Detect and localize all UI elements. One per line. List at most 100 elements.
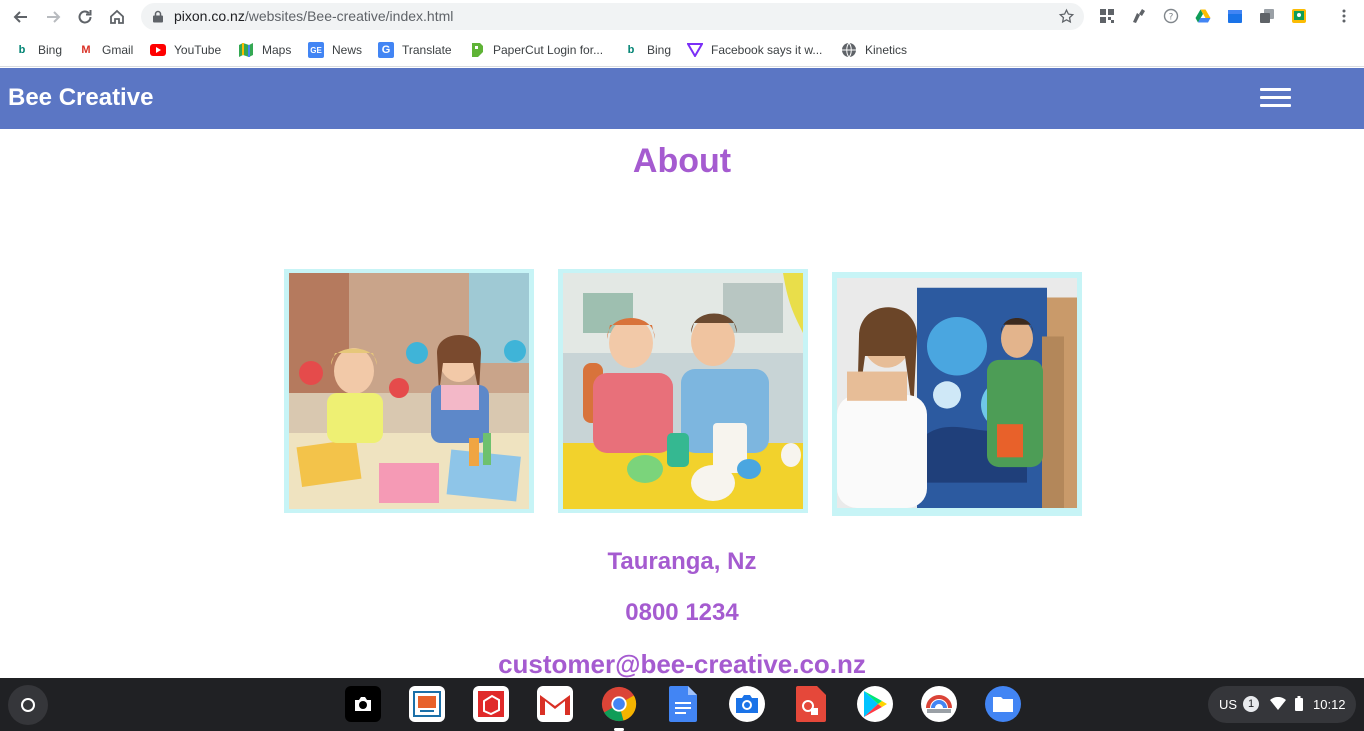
app-camera[interactable] [729,686,765,722]
wifi-icon [1270,697,1286,710]
bookmark-label: PaperCut Login for... [493,43,604,57]
menu-button[interactable] [1259,86,1293,110]
phone-text[interactable]: 0800 1234 [0,599,1364,627]
hamburger-line [1260,96,1291,99]
forward-button[interactable] [40,4,66,30]
forward-arrow-icon [47,11,61,23]
lock-icon [153,10,163,23]
about-heading: About [632,142,732,180]
hamburger-line [1260,104,1291,107]
papercut-icon [469,42,485,58]
translate-icon: G [378,42,394,58]
pen-extension-icon[interactable] [1131,8,1147,24]
gallery-photo-1 [284,269,534,513]
google-classroom-icon[interactable] [1291,8,1307,24]
adults-painting-image [837,278,1077,508]
home-button[interactable] [104,4,130,30]
app-docs[interactable] [665,686,701,722]
bookmark-label: YouTube [174,43,222,57]
bookmark-bing[interactable]: b Bing [14,41,62,59]
clock-time: 10:12 [1313,697,1346,712]
chrome-canvas-icon [926,695,952,713]
qr-code-icon[interactable] [1099,8,1115,24]
gmail-icon: M [81,44,91,56]
bookmark-label: News [332,43,363,57]
url-host: pixon.co.nz [174,8,245,24]
chrome-icon [601,686,637,722]
bing-icon: b [18,44,26,56]
copy-extension-icon[interactable] [1259,8,1275,24]
bookmark-label: Kinetics [865,43,908,57]
app-gmail[interactable] [537,686,573,722]
google-docs-icon [669,686,697,722]
slides-presenter-icon [413,691,441,717]
bookmark-label: Bing [647,43,672,57]
location-text: Tauranga, Nz [607,548,757,575]
bookmark-kinetics[interactable]: Kinetics [841,41,907,59]
bookmark-label: Translate [402,43,452,57]
gallery-photo-3 [832,272,1082,516]
app-sketchup[interactable] [473,686,509,722]
launcher-button[interactable] [8,685,48,725]
back-arrow-icon [13,11,27,23]
bookmark-label: Bing [38,43,63,57]
bookmark-bing-2[interactable]: b Bing [623,41,671,59]
bookmark-star-icon[interactable] [1058,8,1075,25]
help-icon[interactable]: ? [1163,8,1179,24]
app-play-store[interactable] [857,686,893,722]
site-header: Bee Creative [0,68,1364,129]
bookmark-gmail[interactable]: M Gmail [78,41,133,59]
reload-button[interactable] [72,4,98,30]
bookmark-translate[interactable]: G Translate [378,41,452,59]
site-brand[interactable]: Bee Creative [8,84,153,112]
kids-painted-hands-image [289,273,529,509]
app-chrome[interactable] [601,686,637,722]
camera-app-icon [355,697,371,711]
bookmark-label: Gmail [102,43,134,57]
battery-icon [1295,696,1303,711]
browser-menu-icon[interactable] [1336,8,1352,24]
kids-painting-eggs-image [563,273,803,509]
gmail-app-icon [540,693,570,715]
address-bar[interactable]: pixon.co.nz/websites/Bee-creative/index.… [141,3,1084,30]
globe-icon [841,42,857,58]
url-text: pixon.co.nz/websites/Bee-creative/index.… [174,8,453,24]
svg-text:?: ? [1169,13,1174,23]
sketchup-icon [478,691,504,717]
verge-icon [687,42,703,58]
reload-icon [78,10,92,24]
os-shelf: US 1 10:12 [0,678,1364,731]
url-path: /websites/Bee-creative/index.html [244,8,454,24]
news-icon: GE [308,42,324,58]
bookmark-news[interactable]: GE News [308,41,362,59]
youtube-icon [150,42,166,58]
bookmark-maps[interactable]: Maps [238,41,291,59]
folder-icon [993,697,1013,712]
browser-toolbar: pixon.co.nz/websites/Bee-creative/index.… [0,0,1364,33]
play-store-icon [864,691,887,717]
maps-icon [238,42,254,58]
ime-indicator: US [1219,697,1238,712]
status-tray[interactable]: US 1 10:12 [1208,686,1356,723]
app-slides[interactable] [409,686,445,722]
app-camera-scanner[interactable] [345,686,381,722]
back-button[interactable] [8,4,34,30]
bookmark-label: Maps [262,43,292,57]
home-icon [110,9,124,24]
bookmark-youtube[interactable]: YouTube [150,41,221,59]
bookmark-label: Facebook says it w... [711,43,823,57]
pdf-app-icon [796,686,826,722]
calendar-extension-icon[interactable] [1227,8,1243,24]
bing-icon: b [627,44,635,56]
app-chrome-remote[interactable] [921,686,957,722]
app-pdf-editor[interactable] [793,686,829,722]
launcher-circle-icon [21,698,35,712]
notification-count-badge: 1 [1243,696,1259,712]
hamburger-line [1260,88,1291,91]
google-drive-icon[interactable] [1195,8,1211,24]
email-link[interactable]: customer@bee-creative.co.nz [0,649,1364,680]
bookmark-facebook-article[interactable]: Facebook says it w... [687,41,822,59]
gallery-photo-2 [558,269,808,513]
bookmark-papercut[interactable]: PaperCut Login for... [469,41,603,59]
app-files[interactable] [985,686,1021,722]
